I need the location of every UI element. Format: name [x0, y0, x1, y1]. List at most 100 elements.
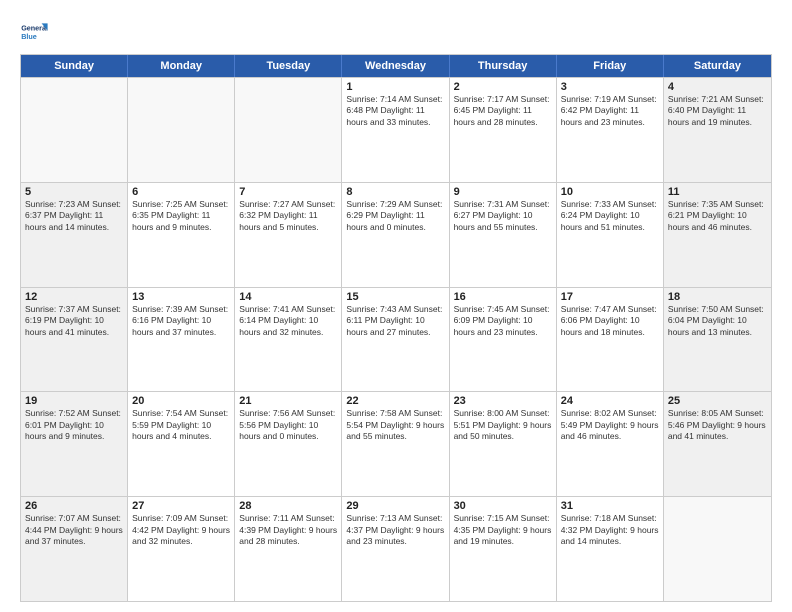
day-number: 23 — [454, 395, 552, 407]
day-number: 20 — [132, 395, 230, 407]
calendar-cell-5-6: 31Sunrise: 7:18 AM Sunset: 4:32 PM Dayli… — [557, 497, 664, 601]
page: GeneralBlue SundayMondayTuesdayWednesday… — [0, 0, 792, 612]
calendar-cell-1-4: 1Sunrise: 7:14 AM Sunset: 6:48 PM Daylig… — [342, 78, 449, 182]
day-number: 11 — [668, 186, 767, 198]
cell-info: Sunrise: 7:21 AM Sunset: 6:40 PM Dayligh… — [668, 94, 767, 128]
cell-info: Sunrise: 7:41 AM Sunset: 6:14 PM Dayligh… — [239, 304, 337, 338]
cell-info: Sunrise: 7:47 AM Sunset: 6:06 PM Dayligh… — [561, 304, 659, 338]
calendar-cell-1-6: 3Sunrise: 7:19 AM Sunset: 6:42 PM Daylig… — [557, 78, 664, 182]
day-number: 10 — [561, 186, 659, 198]
weekday-header-thursday: Thursday — [450, 55, 557, 77]
day-number: 28 — [239, 500, 337, 512]
calendar-cell-2-4: 8Sunrise: 7:29 AM Sunset: 6:29 PM Daylig… — [342, 183, 449, 287]
day-number: 2 — [454, 81, 552, 93]
day-number: 26 — [25, 500, 123, 512]
calendar-cell-3-4: 15Sunrise: 7:43 AM Sunset: 6:11 PM Dayli… — [342, 288, 449, 392]
weekday-header-monday: Monday — [128, 55, 235, 77]
calendar-cell-5-5: 30Sunrise: 7:15 AM Sunset: 4:35 PM Dayli… — [450, 497, 557, 601]
day-number: 17 — [561, 291, 659, 303]
cell-info: Sunrise: 7:17 AM Sunset: 6:45 PM Dayligh… — [454, 94, 552, 128]
weekday-header-wednesday: Wednesday — [342, 55, 449, 77]
day-number: 7 — [239, 186, 337, 198]
calendar-row-5: 26Sunrise: 7:07 AM Sunset: 4:44 PM Dayli… — [21, 496, 771, 601]
calendar-cell-1-7: 4Sunrise: 7:21 AM Sunset: 6:40 PM Daylig… — [664, 78, 771, 182]
calendar-header: SundayMondayTuesdayWednesdayThursdayFrid… — [21, 55, 771, 77]
day-number: 24 — [561, 395, 659, 407]
cell-info: Sunrise: 7:39 AM Sunset: 6:16 PM Dayligh… — [132, 304, 230, 338]
cell-info: Sunrise: 7:18 AM Sunset: 4:32 PM Dayligh… — [561, 513, 659, 547]
cell-info: Sunrise: 7:11 AM Sunset: 4:39 PM Dayligh… — [239, 513, 337, 547]
calendar-cell-4-6: 24Sunrise: 8:02 AM Sunset: 5:49 PM Dayli… — [557, 392, 664, 496]
calendar-cell-3-5: 16Sunrise: 7:45 AM Sunset: 6:09 PM Dayli… — [450, 288, 557, 392]
calendar-cell-2-2: 6Sunrise: 7:25 AM Sunset: 6:35 PM Daylig… — [128, 183, 235, 287]
day-number: 14 — [239, 291, 337, 303]
calendar-cell-2-1: 5Sunrise: 7:23 AM Sunset: 6:37 PM Daylig… — [21, 183, 128, 287]
cell-info: Sunrise: 7:19 AM Sunset: 6:42 PM Dayligh… — [561, 94, 659, 128]
cell-info: Sunrise: 7:27 AM Sunset: 6:32 PM Dayligh… — [239, 199, 337, 233]
cell-info: Sunrise: 7:58 AM Sunset: 5:54 PM Dayligh… — [346, 408, 444, 442]
day-number: 29 — [346, 500, 444, 512]
day-number: 1 — [346, 81, 444, 93]
calendar-cell-1-3 — [235, 78, 342, 182]
day-number: 13 — [132, 291, 230, 303]
calendar-cell-5-4: 29Sunrise: 7:13 AM Sunset: 4:37 PM Dayli… — [342, 497, 449, 601]
cell-info: Sunrise: 7:29 AM Sunset: 6:29 PM Dayligh… — [346, 199, 444, 233]
svg-text:Blue: Blue — [21, 32, 37, 41]
calendar-cell-3-2: 13Sunrise: 7:39 AM Sunset: 6:16 PM Dayli… — [128, 288, 235, 392]
calendar-cell-1-2 — [128, 78, 235, 182]
day-number: 12 — [25, 291, 123, 303]
cell-info: Sunrise: 7:35 AM Sunset: 6:21 PM Dayligh… — [668, 199, 767, 233]
cell-info: Sunrise: 7:15 AM Sunset: 4:35 PM Dayligh… — [454, 513, 552, 547]
cell-info: Sunrise: 7:54 AM Sunset: 5:59 PM Dayligh… — [132, 408, 230, 442]
calendar-row-2: 5Sunrise: 7:23 AM Sunset: 6:37 PM Daylig… — [21, 182, 771, 287]
cell-info: Sunrise: 8:00 AM Sunset: 5:51 PM Dayligh… — [454, 408, 552, 442]
cell-info: Sunrise: 7:56 AM Sunset: 5:56 PM Dayligh… — [239, 408, 337, 442]
cell-info: Sunrise: 7:13 AM Sunset: 4:37 PM Dayligh… — [346, 513, 444, 547]
cell-info: Sunrise: 8:05 AM Sunset: 5:46 PM Dayligh… — [668, 408, 767, 442]
calendar-cell-5-7 — [664, 497, 771, 601]
cell-info: Sunrise: 7:45 AM Sunset: 6:09 PM Dayligh… — [454, 304, 552, 338]
cell-info: Sunrise: 8:02 AM Sunset: 5:49 PM Dayligh… — [561, 408, 659, 442]
logo-icon: GeneralBlue — [20, 18, 50, 48]
day-number: 22 — [346, 395, 444, 407]
day-number: 8 — [346, 186, 444, 198]
cell-info: Sunrise: 7:07 AM Sunset: 4:44 PM Dayligh… — [25, 513, 123, 547]
cell-info: Sunrise: 7:52 AM Sunset: 6:01 PM Dayligh… — [25, 408, 123, 442]
day-number: 19 — [25, 395, 123, 407]
cell-info: Sunrise: 7:09 AM Sunset: 4:42 PM Dayligh… — [132, 513, 230, 547]
calendar-cell-2-5: 9Sunrise: 7:31 AM Sunset: 6:27 PM Daylig… — [450, 183, 557, 287]
weekday-header-sunday: Sunday — [21, 55, 128, 77]
calendar-cell-4-4: 22Sunrise: 7:58 AM Sunset: 5:54 PM Dayli… — [342, 392, 449, 496]
day-number: 21 — [239, 395, 337, 407]
calendar-cell-3-3: 14Sunrise: 7:41 AM Sunset: 6:14 PM Dayli… — [235, 288, 342, 392]
cell-info: Sunrise: 7:43 AM Sunset: 6:11 PM Dayligh… — [346, 304, 444, 338]
weekday-header-friday: Friday — [557, 55, 664, 77]
calendar-cell-4-5: 23Sunrise: 8:00 AM Sunset: 5:51 PM Dayli… — [450, 392, 557, 496]
calendar-body: 1Sunrise: 7:14 AM Sunset: 6:48 PM Daylig… — [21, 77, 771, 601]
calendar-cell-3-6: 17Sunrise: 7:47 AM Sunset: 6:06 PM Dayli… — [557, 288, 664, 392]
calendar-cell-5-2: 27Sunrise: 7:09 AM Sunset: 4:42 PM Dayli… — [128, 497, 235, 601]
day-number: 15 — [346, 291, 444, 303]
calendar-cell-4-2: 20Sunrise: 7:54 AM Sunset: 5:59 PM Dayli… — [128, 392, 235, 496]
calendar-cell-5-1: 26Sunrise: 7:07 AM Sunset: 4:44 PM Dayli… — [21, 497, 128, 601]
logo: GeneralBlue — [20, 18, 54, 48]
calendar-cell-4-1: 19Sunrise: 7:52 AM Sunset: 6:01 PM Dayli… — [21, 392, 128, 496]
day-number: 16 — [454, 291, 552, 303]
calendar-cell-3-1: 12Sunrise: 7:37 AM Sunset: 6:19 PM Dayli… — [21, 288, 128, 392]
day-number: 4 — [668, 81, 767, 93]
cell-info: Sunrise: 7:14 AM Sunset: 6:48 PM Dayligh… — [346, 94, 444, 128]
calendar-row-3: 12Sunrise: 7:37 AM Sunset: 6:19 PM Dayli… — [21, 287, 771, 392]
day-number: 31 — [561, 500, 659, 512]
calendar-cell-5-3: 28Sunrise: 7:11 AM Sunset: 4:39 PM Dayli… — [235, 497, 342, 601]
cell-info: Sunrise: 7:50 AM Sunset: 6:04 PM Dayligh… — [668, 304, 767, 338]
calendar-cell-2-7: 11Sunrise: 7:35 AM Sunset: 6:21 PM Dayli… — [664, 183, 771, 287]
calendar-cell-1-1 — [21, 78, 128, 182]
day-number: 5 — [25, 186, 123, 198]
calendar-cell-2-6: 10Sunrise: 7:33 AM Sunset: 6:24 PM Dayli… — [557, 183, 664, 287]
weekday-header-tuesday: Tuesday — [235, 55, 342, 77]
day-number: 9 — [454, 186, 552, 198]
calendar-cell-4-7: 25Sunrise: 8:05 AM Sunset: 5:46 PM Dayli… — [664, 392, 771, 496]
weekday-header-saturday: Saturday — [664, 55, 771, 77]
calendar-row-4: 19Sunrise: 7:52 AM Sunset: 6:01 PM Dayli… — [21, 391, 771, 496]
day-number: 18 — [668, 291, 767, 303]
